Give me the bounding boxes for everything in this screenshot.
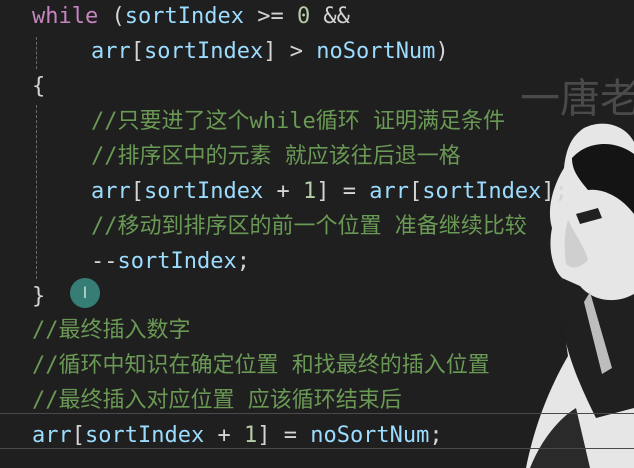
operator-token: && bbox=[310, 4, 350, 29]
code-line-7-comment: //移动到排序区的前一个位置 准备继续比较 bbox=[91, 214, 527, 239]
variable-token: arr bbox=[91, 39, 131, 64]
paren-token: ( bbox=[98, 4, 125, 29]
operator-token: > bbox=[276, 39, 317, 64]
operator-token: + bbox=[263, 179, 303, 204]
variable-token: noSortNum bbox=[316, 39, 436, 64]
operator-token: ] = bbox=[257, 423, 311, 448]
number-token: 1 bbox=[243, 423, 258, 448]
operator-token: >= bbox=[243, 4, 297, 29]
variable-token: sortIndex bbox=[144, 39, 264, 64]
bracket-token: [ bbox=[130, 179, 144, 204]
bracket-token: [ bbox=[408, 179, 423, 204]
code-line-5-comment: //排序区中的元素 就应该往后退一格 bbox=[91, 144, 461, 169]
code-editor[interactable]: 一唐老 while (sortIndex >= 0 && arr[sortInd… bbox=[0, 0, 634, 468]
indent-guide bbox=[36, 37, 37, 69]
variable-token: sortIndex bbox=[124, 4, 244, 29]
watermark-text: 一唐老 bbox=[520, 76, 634, 122]
number-token: 1 bbox=[302, 179, 317, 204]
code-line-4-comment: //只要进了这个while循环 证明满足条件 bbox=[91, 109, 505, 134]
code-line-11-comment: //循环中知识在确定位置 和找最终的插入位置 bbox=[32, 353, 490, 378]
variable-token: arr bbox=[369, 179, 409, 204]
code-line-2: arr[sortIndex] > noSortNum) bbox=[91, 34, 449, 69]
code-line-6: arr[sortIndex + 1] = arr[sortIndex]; bbox=[91, 174, 568, 209]
operator-token: -- bbox=[91, 249, 118, 274]
code-line-9: } bbox=[32, 284, 46, 309]
bracket-token: ] bbox=[263, 39, 277, 64]
keyword-while: while bbox=[32, 4, 99, 29]
paren-token: ) bbox=[435, 39, 449, 64]
indent-guide bbox=[36, 105, 37, 279]
semicolon-token: ; bbox=[236, 249, 250, 274]
variable-token: arr bbox=[32, 423, 72, 448]
code-line-10-comment: //最终插入数字 bbox=[32, 318, 191, 343]
code-line-3: { bbox=[32, 74, 46, 99]
bracket-token: [ bbox=[71, 423, 85, 448]
variable-token: noSortNum bbox=[310, 423, 430, 448]
mouse-cursor-highlight: I bbox=[70, 278, 100, 308]
variable-token: sortIndex bbox=[422, 179, 542, 204]
variable-token: sortIndex bbox=[144, 179, 264, 204]
code-line-8: --sortIndex; bbox=[91, 244, 250, 279]
operator-token: ] = bbox=[316, 179, 370, 204]
bracket-token: [ bbox=[130, 39, 144, 64]
code-line-13: arr[sortIndex + 1] = noSortNum; bbox=[32, 418, 443, 453]
operator-token: + bbox=[204, 423, 244, 448]
code-line-1: while (sortIndex >= 0 && bbox=[32, 0, 350, 34]
semicolon-token: ; bbox=[429, 423, 443, 448]
number-token: 0 bbox=[296, 4, 311, 29]
variable-token: sortIndex bbox=[85, 423, 205, 448]
variable-token: sortIndex bbox=[117, 249, 237, 274]
variable-token: arr bbox=[91, 179, 131, 204]
bracket-token: ]; bbox=[541, 179, 568, 204]
